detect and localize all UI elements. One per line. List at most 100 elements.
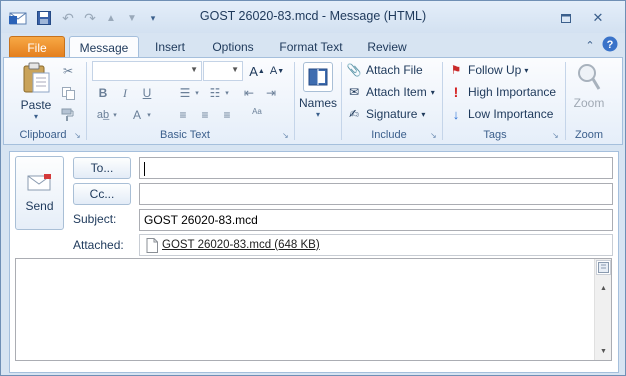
grow-font-icon[interactable]: A ▲ bbox=[248, 62, 266, 80]
send-label: Send bbox=[25, 199, 54, 213]
svg-text:?: ? bbox=[607, 39, 614, 51]
attach-file-button[interactable]: 📎 Attach File bbox=[346, 62, 423, 78]
tab-review[interactable]: Review bbox=[359, 36, 415, 58]
tab-file[interactable]: File bbox=[9, 36, 65, 58]
high-importance-label: High Importance bbox=[468, 85, 557, 99]
message-body[interactable]: ▲ ▼ bbox=[15, 258, 612, 361]
basic-text-launcher-icon[interactable]: ↘ bbox=[282, 131, 292, 141]
paste-button[interactable]: Paste ▾ bbox=[16, 62, 56, 122]
signature-label: Signature bbox=[366, 107, 418, 121]
high-importance-icon: ! bbox=[453, 84, 459, 100]
include-launcher-icon[interactable]: ↘ bbox=[430, 131, 440, 141]
low-importance-icon: ↓ bbox=[452, 106, 460, 122]
title-bar: ↶ ↷ ▲ ▼ ▾ GOST 26020-83.mcd - Message (H… bbox=[1, 1, 625, 33]
ruler-toggle-icon[interactable] bbox=[596, 260, 611, 275]
paperclip-icon: 📎 bbox=[346, 63, 362, 77]
text-cursor bbox=[144, 161, 145, 176]
zoom-group-label: Zoom bbox=[574, 129, 604, 141]
highlight-dropdown-icon[interactable]: ▾ bbox=[106, 106, 124, 124]
include-group-label: Include bbox=[371, 129, 407, 141]
font-name-combo[interactable]: ▼ bbox=[92, 61, 202, 81]
restore-icon[interactable] bbox=[555, 9, 577, 27]
signature-dropdown-icon: ▾ bbox=[421, 109, 426, 119]
subject-label: Subject: bbox=[73, 212, 117, 226]
attachments-well: GOST 26020-83.mcd (648 KB) bbox=[139, 234, 613, 256]
attach-item-button[interactable]: ✉ Attach Item ▾ bbox=[346, 84, 435, 100]
basic-text-group-label: Basic Text bbox=[160, 129, 210, 141]
attachment-link[interactable]: GOST 26020-83.mcd (648 KB) bbox=[162, 235, 320, 255]
cut-icon[interactable]: ✂ bbox=[59, 62, 77, 80]
font-color-dropdown-icon[interactable]: ▾ bbox=[140, 106, 158, 124]
group-separator bbox=[565, 62, 566, 140]
low-importance-button[interactable]: ↓ Low Importance bbox=[448, 106, 554, 122]
group-separator bbox=[86, 62, 87, 140]
follow-up-dropdown-icon: ▾ bbox=[524, 65, 529, 75]
minimize-ribbon-icon[interactable]: ⌃ bbox=[579, 36, 601, 54]
group-separator bbox=[294, 62, 295, 140]
to-field[interactable] bbox=[139, 157, 613, 179]
bullets-dropdown-icon[interactable]: ▾ bbox=[188, 84, 206, 102]
align-center-icon[interactable]: ≡ bbox=[196, 106, 214, 124]
italic-icon[interactable]: I bbox=[116, 84, 134, 102]
tab-options[interactable]: Options bbox=[203, 36, 263, 58]
clipboard-group-label: Clipboard bbox=[19, 129, 67, 141]
cc-button[interactable]: Cc... bbox=[73, 183, 131, 205]
high-importance-button[interactable]: ! High Importance bbox=[448, 84, 556, 100]
tab-insert[interactable]: Insert bbox=[145, 36, 195, 58]
underline-icon[interactable]: U bbox=[138, 84, 156, 102]
names-button[interactable]: Names ▾ bbox=[299, 62, 337, 124]
low-importance-label: Low Importance bbox=[468, 107, 554, 121]
bold-icon[interactable]: B bbox=[94, 84, 112, 102]
increase-indent-icon[interactable]: ⇥ bbox=[262, 84, 280, 102]
names-dropdown-icon[interactable]: ▾ bbox=[316, 110, 320, 119]
align-left-icon[interactable]: ≡ bbox=[174, 106, 192, 124]
flag-icon: ⚑ bbox=[450, 63, 462, 77]
message-window: ↶ ↷ ▲ ▼ ▾ GOST 26020-83.mcd - Message (H… bbox=[0, 0, 626, 376]
clipboard-icon bbox=[23, 62, 50, 93]
scroll-up-icon[interactable]: ▲ bbox=[596, 281, 611, 296]
cc-field[interactable] bbox=[139, 183, 613, 205]
send-envelope-icon bbox=[27, 174, 51, 191]
magnifier-icon bbox=[578, 64, 601, 90]
decrease-indent-icon[interactable]: ⇤ bbox=[240, 84, 258, 102]
names-label: Names bbox=[299, 96, 338, 110]
align-right-icon[interactable]: ≡ bbox=[218, 106, 236, 124]
attach-item-label: Attach Item bbox=[366, 85, 427, 99]
group-separator bbox=[341, 62, 342, 140]
subject-field[interactable]: GOST 26020-83.mcd bbox=[139, 209, 613, 231]
address-book-icon bbox=[303, 62, 333, 92]
clipboard-launcher-icon[interactable]: ↘ bbox=[74, 131, 84, 141]
vertical-scrollbar[interactable]: ▲ ▼ bbox=[594, 259, 611, 360]
send-button[interactable]: Send bbox=[15, 156, 64, 230]
signature-button[interactable]: ✍ Signature ▾ bbox=[346, 106, 425, 122]
copy-icon[interactable] bbox=[59, 84, 77, 102]
tags-launcher-icon[interactable]: ↘ bbox=[552, 131, 562, 141]
scroll-down-icon[interactable]: ▼ bbox=[596, 344, 611, 359]
file-icon bbox=[146, 237, 158, 253]
ribbon-tabs: File Message Insert Options Format Text … bbox=[1, 33, 625, 59]
attached-label: Attached: bbox=[73, 238, 124, 252]
close-icon[interactable]: ✕ bbox=[587, 9, 609, 27]
group-separator bbox=[442, 62, 443, 140]
tab-message[interactable]: Message bbox=[69, 36, 139, 59]
window-title: GOST 26020-83.mcd - Message (HTML) bbox=[199, 9, 427, 23]
styles-icon[interactable]: Aa bbox=[248, 102, 266, 120]
format-painter-icon[interactable] bbox=[59, 106, 77, 124]
paste-dropdown-icon[interactable]: ▾ bbox=[34, 112, 38, 121]
tab-format-text[interactable]: Format Text bbox=[273, 36, 349, 58]
paste-label: Paste bbox=[20, 98, 52, 112]
zoom-label: Zoom bbox=[573, 96, 605, 110]
shrink-font-icon[interactable]: A ▼ bbox=[268, 62, 286, 80]
font-size-combo[interactable]: ▼ bbox=[203, 61, 243, 81]
follow-up-label: Follow Up bbox=[468, 63, 522, 77]
to-button[interactable]: To... bbox=[73, 157, 131, 179]
follow-up-button[interactable]: ⚑ Follow Up ▾ bbox=[448, 62, 529, 78]
tags-group-label: Tags bbox=[483, 129, 507, 141]
attach-item-dropdown-icon: ▾ bbox=[430, 87, 435, 97]
signature-icon: ✍ bbox=[348, 107, 360, 121]
zoom-button[interactable]: Zoom bbox=[568, 62, 610, 118]
numbering-dropdown-icon[interactable]: ▾ bbox=[218, 84, 236, 102]
help-icon[interactable]: ? bbox=[599, 35, 621, 53]
ribbon: Paste ▾ ✂ Clipboard ↘ ▼ ▼ A ▲ A ▼ B I U ☰ … bbox=[3, 57, 623, 145]
attach-file-label: Attach File bbox=[366, 63, 423, 77]
